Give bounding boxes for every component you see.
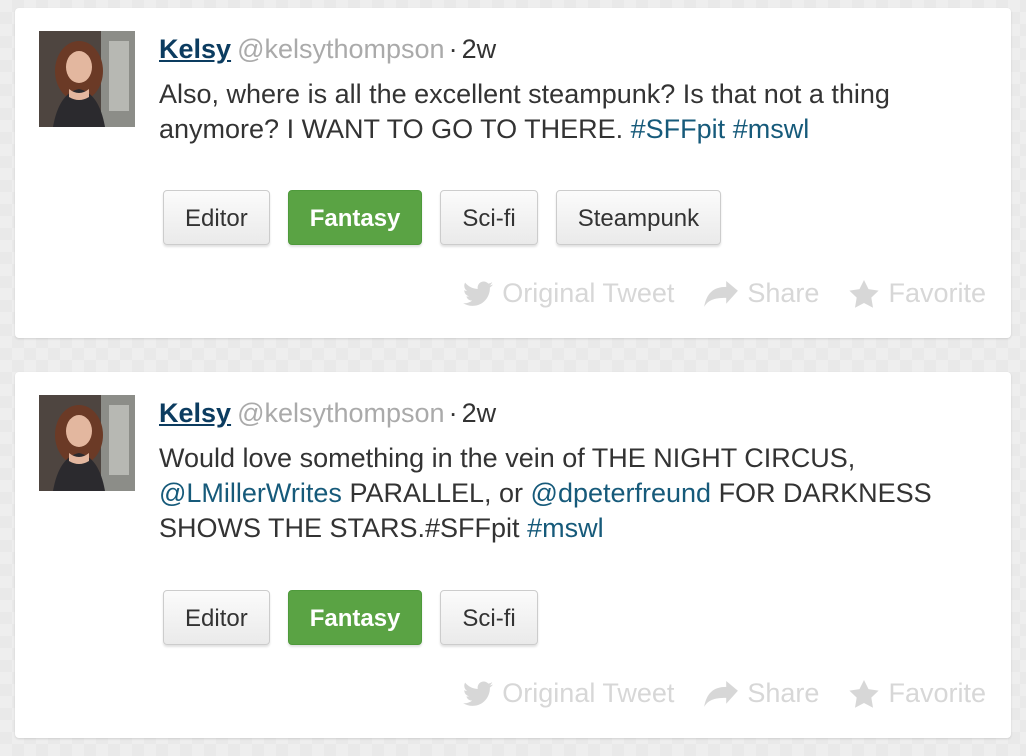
- share-arrow-icon: [704, 680, 739, 707]
- share-button[interactable]: Share: [704, 678, 819, 709]
- avatar[interactable]: [39, 395, 135, 491]
- share-arrow-icon: [704, 280, 739, 307]
- tweet-text: Would love something in the vein of THE …: [159, 441, 989, 546]
- original-tweet-link[interactable]: Original Tweet: [463, 678, 674, 709]
- tweet-text-run: [725, 114, 733, 144]
- tag-button-sci-fi[interactable]: Sci-fi: [440, 590, 538, 645]
- meta-separator: ·: [448, 398, 458, 428]
- mention-link[interactable]: @LMillerWrites: [159, 478, 342, 508]
- favorite-label: Favorite: [888, 278, 986, 308]
- tweet-meta: Kelsy @kelsythompson · 2w: [159, 394, 989, 432]
- hashtag-link[interactable]: #mswl: [733, 114, 810, 144]
- tweet-timestamp: 2w: [461, 398, 497, 428]
- original-tweet-link[interactable]: Original Tweet: [463, 278, 674, 309]
- tweet-text: Also, where is all the excellent steampu…: [159, 77, 989, 147]
- tag-button-fantasy[interactable]: Fantasy: [287, 190, 423, 245]
- tweet-content: Kelsy @kelsythompson · 2w Would love someth…: [159, 394, 989, 546]
- tag-button-fantasy[interactable]: Fantasy: [287, 590, 423, 645]
- tag-list: Editor Fantasy Sci-fi Steampunk: [163, 190, 722, 245]
- tweet-timestamp: 2w: [461, 34, 497, 64]
- tag-button-steampunk[interactable]: Steampunk: [555, 190, 722, 245]
- favorite-label: Favorite: [888, 678, 986, 708]
- tweet-actions: Original Tweet Share Favorite: [463, 278, 986, 309]
- original-tweet-label: Original Tweet: [502, 678, 675, 708]
- author-name-link[interactable]: Kelsy: [159, 34, 231, 64]
- tag-button-editor[interactable]: Editor: [163, 590, 270, 645]
- share-button[interactable]: Share: [704, 278, 819, 309]
- hashtag-link[interactable]: #SFFpit: [631, 114, 726, 144]
- tweet-text-run: Would love something in the vein of THE …: [159, 443, 856, 473]
- twitter-bird-icon: [463, 681, 494, 706]
- hashtag-link[interactable]: #mswl: [527, 513, 604, 543]
- star-icon: [849, 679, 880, 708]
- tweet-card: Kelsy @kelsythompson · 2w Would love someth…: [15, 372, 1011, 738]
- share-label: Share: [747, 278, 820, 308]
- tag-button-editor[interactable]: Editor: [163, 190, 270, 245]
- tweet-text-run: PARALLEL, or: [341, 478, 531, 508]
- favorite-button[interactable]: Favorite: [849, 278, 986, 309]
- author-handle: @kelsythompson: [237, 398, 445, 428]
- tweet-meta: Kelsy @kelsythompson · 2w: [159, 30, 989, 68]
- author-name-link[interactable]: Kelsy: [159, 398, 231, 428]
- mention-link[interactable]: @dpeterfreund: [531, 478, 712, 508]
- tag-button-sci-fi[interactable]: Sci-fi: [440, 190, 538, 245]
- tag-list: Editor Fantasy Sci-fi: [163, 590, 538, 645]
- author-handle: @kelsythompson: [237, 34, 445, 64]
- original-tweet-label: Original Tweet: [502, 278, 675, 308]
- tweet-actions: Original Tweet Share Favorite: [463, 678, 986, 709]
- tweet-card: Kelsy @kelsythompson · 2w Also, where is al…: [15, 8, 1011, 338]
- favorite-button[interactable]: Favorite: [849, 678, 986, 709]
- share-label: Share: [747, 678, 820, 708]
- star-icon: [849, 279, 880, 308]
- avatar[interactable]: [39, 31, 135, 127]
- twitter-bird-icon: [463, 281, 494, 306]
- tweet-content: Kelsy @kelsythompson · 2w Also, where is al…: [159, 30, 989, 147]
- meta-separator: ·: [448, 34, 458, 64]
